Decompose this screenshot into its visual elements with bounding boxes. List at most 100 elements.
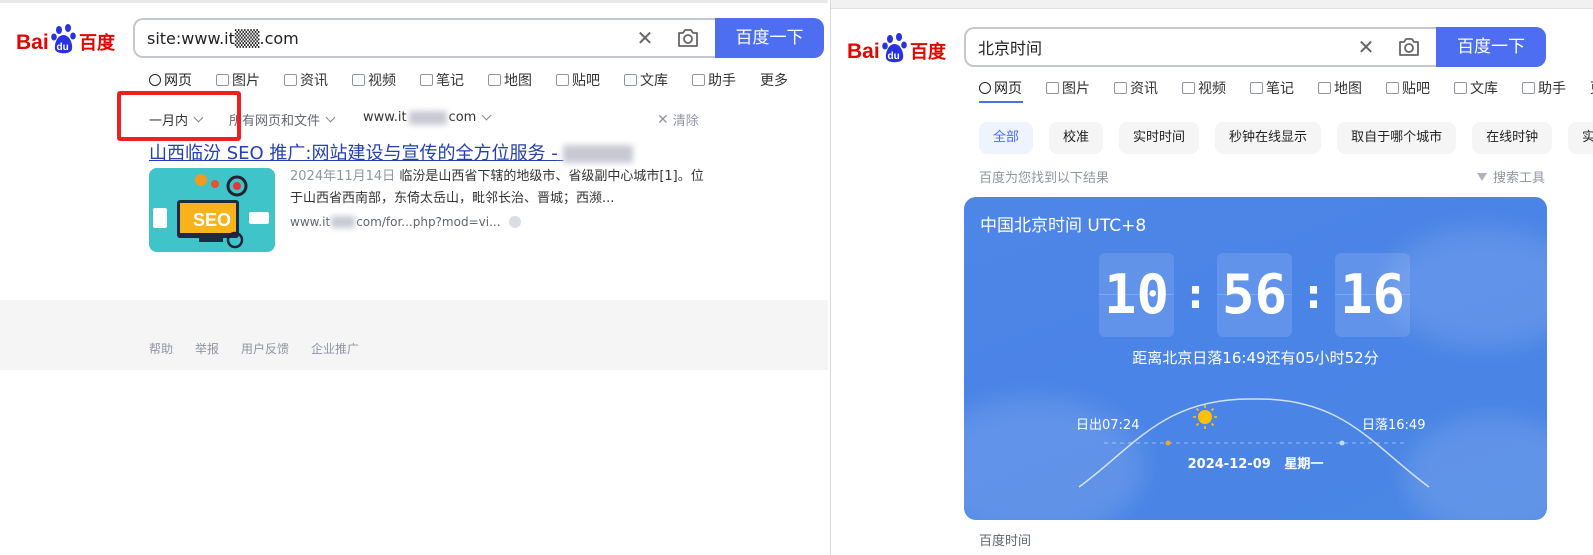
search-tabs: 网页图片资讯视频笔记地图贴吧文库助手更多 [979, 76, 1593, 100]
query-chip[interactable]: 在线时钟 [1472, 122, 1553, 154]
sun-arc-diagram [1078, 398, 1430, 488]
svg-text:du: du [888, 51, 900, 62]
tab-tieba[interactable]: 贴吧 [556, 70, 600, 90]
doc-icon [1454, 82, 1467, 94]
site-filter-dropdown[interactable]: www.it com [363, 110, 492, 125]
chevron-down-icon [325, 112, 336, 123]
tab-label: 网页 [164, 73, 192, 89]
camera-icon[interactable] [1397, 36, 1421, 58]
search-tabs: 网页 图片 资讯 视频 笔记 地图 贴吧 文库 助手 更多 [149, 68, 812, 92]
search-button[interactable]: 百度一下 [1436, 27, 1546, 67]
clock-colon: : [1305, 272, 1322, 318]
filetype-filter-dropdown[interactable]: 所有网页和文件 [229, 110, 336, 129]
search-input[interactable] [978, 29, 1348, 65]
tab-video[interactable]: 视频 [352, 70, 396, 90]
card-source[interactable]: 百度时间 [979, 530, 1031, 549]
clear-filters-button[interactable]: ✕ 清除 [657, 110, 699, 130]
tab-label: 文库 [1470, 81, 1498, 97]
safety-badge-icon [508, 216, 521, 228]
tab-label: 网页 [994, 81, 1022, 97]
tab-video[interactable]: 视频 [1182, 78, 1226, 98]
image-icon [1046, 82, 1059, 94]
tab-map[interactable]: 地图 [488, 70, 532, 90]
tab-search[interactable]: 网页 [979, 78, 1022, 98]
svg-text:Bai: Bai [16, 31, 49, 54]
tab-label: 资讯 [1130, 81, 1158, 97]
tab-search[interactable]: 网页 [149, 70, 192, 90]
result-url-suffix: com/for...php?mod=vi... [356, 215, 501, 229]
clock-minutes: 56 [1217, 253, 1292, 337]
search-tools-button[interactable]: 搜索工具 [1476, 167, 1545, 186]
tab-map[interactable]: 地图 [1318, 78, 1362, 98]
tab-note[interactable]: 笔记 [420, 70, 464, 90]
note-icon [1250, 82, 1263, 94]
result-abstract: 2024年11月14日 临汾是山西省下辖的地级市、省级副中心城市[1]。位于山西… [290, 166, 710, 210]
tab-image[interactable]: 图片 [216, 70, 260, 90]
tab-more[interactable]: 更多 [760, 70, 788, 90]
baidu-logo[interactable]: Bai du 百度 [16, 22, 120, 56]
clear-icon[interactable]: ✕ [1356, 37, 1376, 57]
sunrise-label: 日出07:24 [1076, 418, 1140, 433]
baidu-logo-icon: Bai du 百度 [16, 24, 116, 54]
query-chip[interactable]: 取自于哪个城市 [1337, 122, 1457, 154]
sunset-label: 日落16:49 [1362, 418, 1426, 433]
clear-icon[interactable]: ✕ [635, 28, 655, 48]
query-chip[interactable]: 校准 [1049, 122, 1104, 154]
result-url[interactable]: www.it com/for...php?mod=vi... [290, 215, 521, 229]
tab-label: 笔记 [1266, 81, 1294, 97]
tab-label: 文库 [640, 73, 668, 89]
tab-doc[interactable]: 文库 [624, 70, 668, 90]
filetype-filter-label: 所有网页和文件 [229, 114, 321, 129]
query-chip[interactable]: 实时时间 [1119, 122, 1200, 154]
redacted-domain [408, 110, 447, 125]
search-button[interactable]: 百度一下 [715, 18, 824, 58]
seo-illustration-icon: SEO [149, 168, 275, 252]
footer-link[interactable]: 帮助 [149, 340, 173, 357]
result-url-prefix: www.it [290, 215, 331, 229]
result-thumbnail[interactable]: SEO [149, 168, 275, 252]
tab-ai[interactable]: 助手 [1522, 78, 1566, 98]
footer-link[interactable]: 企业推广 [311, 340, 359, 357]
tab-label: 资讯 [300, 73, 328, 89]
tab-ai[interactable]: 助手 [692, 70, 736, 90]
query-chip[interactable]: 全部 [979, 122, 1034, 154]
result-title-link[interactable]: 山西临汾 SEO 推广:网站建设与宣传的全方位服务 - [149, 139, 634, 165]
clock-hours: 10 [1099, 253, 1174, 337]
tab-news[interactable]: 资讯 [284, 70, 328, 90]
search-tools-label: 搜索工具 [1492, 171, 1545, 186]
doc-icon [624, 74, 637, 86]
result-title-text: 山西临汾 SEO 推广:网站建设与宣传的全方位服务 - [149, 143, 558, 164]
footer-link[interactable]: 用户反馈 [241, 340, 289, 357]
tab-news[interactable]: 资讯 [1114, 78, 1158, 98]
svg-text:SEO: SEO [193, 210, 231, 230]
tab-note[interactable]: 笔记 [1250, 78, 1294, 98]
svg-text:Bai: Bai [847, 40, 880, 63]
tab-label: 笔记 [436, 73, 464, 89]
browser-top-strip [831, 0, 1593, 9]
left-browser-pane: Bai du 百度 ✕ 百度一下 网页图片资讯视频笔记地图贴吧文库助手更多 一月… [0, 0, 828, 555]
search-input[interactable] [147, 20, 627, 56]
query-chip[interactable]: 实时 [1568, 122, 1593, 154]
footer-link[interactable]: 举报 [195, 340, 219, 357]
baidu-logo[interactable]: Bai du 百度 [847, 31, 951, 65]
tieba-icon [556, 74, 569, 86]
site-filter-suffix: com [448, 110, 477, 125]
camera-icon[interactable] [676, 27, 700, 49]
tab-image[interactable]: 图片 [1046, 78, 1090, 98]
active-tab-indicator [979, 101, 1023, 103]
tab-tieba[interactable]: 贴吧 [1386, 78, 1430, 98]
redacted-site-name [563, 145, 634, 163]
search-icon [149, 74, 161, 86]
tab-label: 更多 [760, 73, 788, 89]
query-chip[interactable]: 秒钟在线显示 [1215, 122, 1322, 154]
tab-label: 助手 [708, 73, 736, 89]
highlight-annotation [117, 91, 241, 141]
clock-date: 2024-12-09 星期一 [1187, 457, 1324, 472]
redacted-url [331, 216, 356, 228]
clock-title: 中国北京时间 UTC+8 [980, 216, 1147, 236]
related-query-chips: 全部校准实时时间秒钟在线显示取自于哪个城市在线时钟实时 [979, 122, 1593, 154]
tab-doc[interactable]: 文库 [1454, 78, 1498, 98]
tab-label: 图片 [232, 73, 260, 89]
result-count: 百度为您找到以下结果 [979, 171, 1110, 186]
clear-filters-label: 清除 [672, 114, 699, 129]
